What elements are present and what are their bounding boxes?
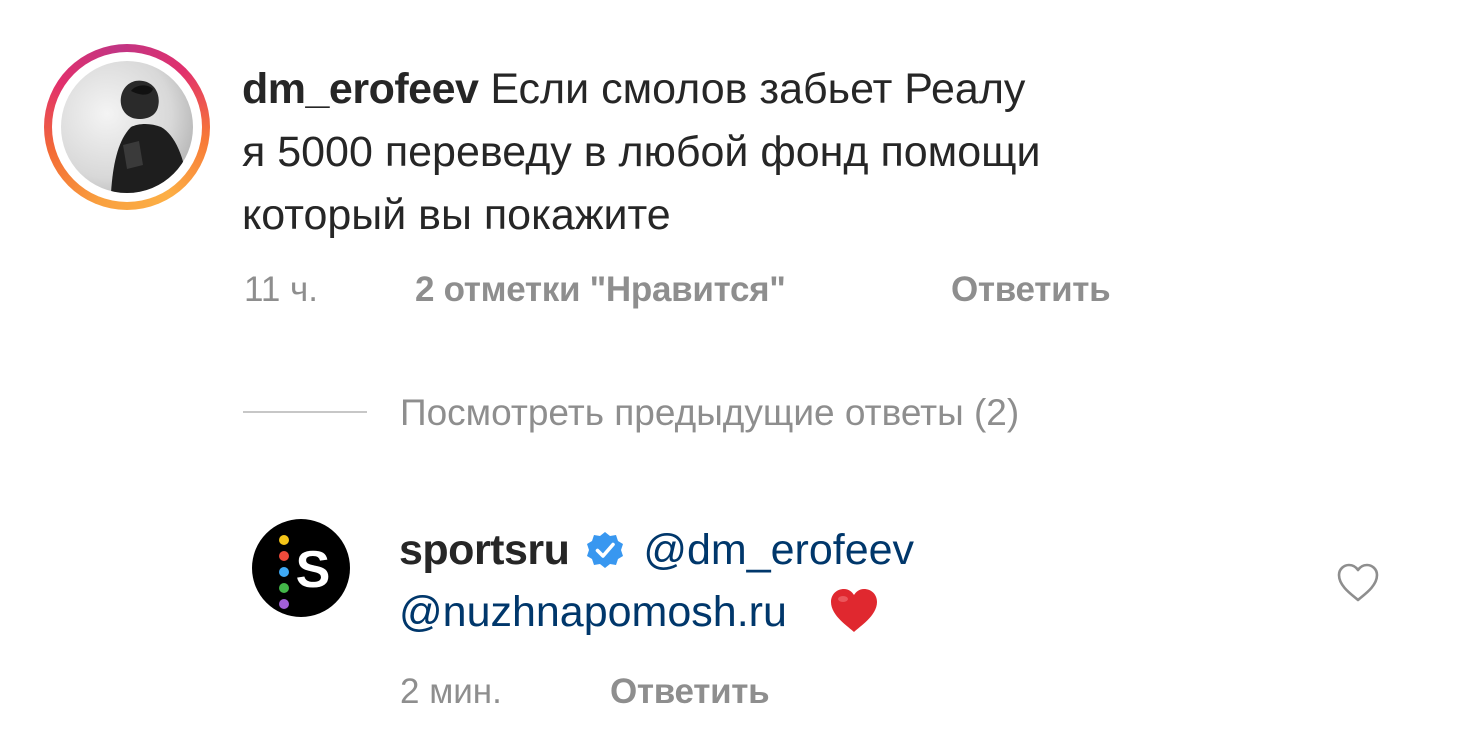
comment-timestamp: 11 ч. [244,270,319,309]
person-silhouette-icon [111,80,189,193]
sportsru-logo-icon: S [279,535,331,609]
like-button[interactable] [1336,562,1380,604]
view-previous-replies-button[interactable]: Посмотреть предыдущие ответы (2) [400,392,1019,434]
svg-text:S: S [296,541,331,599]
replies-divider [243,411,367,413]
sportsru-avatar[interactable]: S [252,519,350,617]
reply-timestamp: 2 мин. [400,672,502,711]
comment-username[interactable]: dm_erofeev [242,65,479,113]
reply-text: sportsru @dm_erofeev @nuzhnapomosh.ru [399,519,1119,643]
comment-body-line3: который вы покажите [242,191,671,239]
reply-username[interactable]: sportsru [399,526,570,574]
reply-reply-button[interactable]: Ответить [610,672,770,712]
red-heart-emoji [830,589,877,632]
reply-mention-nuzhnapomosh[interactable]: @nuzhnapomosh.ru [399,588,787,636]
comment-text: dm_erofeev Если смолов забьет Реалу я 50… [242,58,1252,247]
comment-reply-button[interactable]: Ответить [951,270,1111,310]
reply-mention-dm-erofeev[interactable]: @dm_erofeev [643,526,914,574]
user-avatar[interactable] [44,44,210,210]
heart-outline-icon [1337,563,1379,602]
avatar-photo [61,61,193,193]
comment-likes-count[interactable]: 2 отметки "Нравится" [415,270,786,310]
verified-badge-icon [587,532,624,568]
comment-body-line1: Если смолов забьет Реалу [490,65,1026,113]
comment-body-line2: я 5000 переведу в любой фонд помощи [242,128,1041,176]
